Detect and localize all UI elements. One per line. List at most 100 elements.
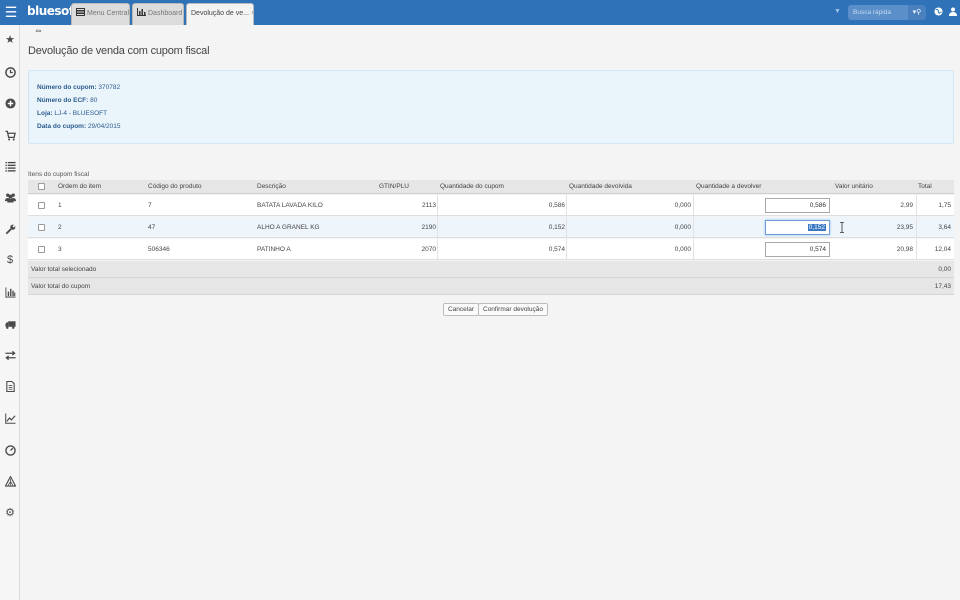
cancel-button[interactable]: Cancelar bbox=[443, 303, 480, 316]
chevron-down-icon[interactable]: ▼ bbox=[834, 8, 841, 15]
cell-qtd-cupom: 0,574 bbox=[548, 245, 565, 253]
cell-total: 12,04 bbox=[934, 245, 951, 253]
cell-ordem: 2 bbox=[58, 223, 62, 231]
wrench-icon[interactable] bbox=[0, 215, 20, 243]
table-row[interactable]: 1 7 BATATA LAVADA KILO 2113 0,586 0,000 … bbox=[28, 195, 954, 216]
dollar-icon[interactable]: $ bbox=[0, 246, 20, 274]
section-label: Itens do cupom fiscal bbox=[28, 171, 90, 178]
row-checkbox[interactable] bbox=[38, 217, 45, 237]
col-qtd-cupom[interactable]: Quantidade do cupom bbox=[440, 180, 504, 193]
info-value: 29/04/2015 bbox=[87, 123, 121, 130]
dashboard-icon[interactable] bbox=[0, 436, 20, 464]
info-label: Data do cupom: bbox=[37, 123, 87, 130]
cell-gtin: 2070 bbox=[421, 245, 436, 253]
coupon-total-row: Valor total do cupom 17,43 bbox=[28, 278, 954, 295]
row-checkbox[interactable] bbox=[38, 195, 45, 215]
text-cursor-icon bbox=[840, 222, 844, 233]
table-row[interactable]: 2 47 ALHO A GRANEL KG 2190 0,152 0,000 0… bbox=[28, 217, 954, 238]
transfer-icon[interactable] bbox=[0, 341, 20, 369]
col-descricao[interactable]: Descrição bbox=[257, 180, 286, 193]
tab-dashboard[interactable]: Dashboard bbox=[132, 3, 184, 25]
info-coupon-number: Número do cupom: 370782 bbox=[37, 84, 120, 91]
line-chart-icon[interactable] bbox=[0, 404, 20, 432]
globe-icon[interactable] bbox=[933, 7, 943, 17]
search-icon: ▾⚲ bbox=[912, 9, 922, 16]
info-value: LJ-4 - BLUESOFT bbox=[54, 110, 108, 117]
quick-search-input[interactable]: Busca rápida bbox=[848, 5, 908, 20]
row-checkbox[interactable] bbox=[38, 239, 45, 259]
gear-icon[interactable]: ⚙ bbox=[0, 499, 20, 527]
cart-icon[interactable] bbox=[0, 121, 20, 149]
main-content: ⚰ Devolução de venda com cupom fiscal Nú… bbox=[20, 25, 960, 600]
tab-label: Menu Central bbox=[87, 10, 130, 17]
page-title: Devolução de venda com cupom fiscal bbox=[28, 45, 210, 57]
coupon-total-value: 17,43 bbox=[934, 282, 951, 290]
cell-descricao: BATATA LAVADA KILO bbox=[257, 201, 323, 209]
tab-menu-central[interactable]: Menu Central bbox=[71, 3, 130, 25]
cell-valor-unitario: 20,98 bbox=[896, 245, 913, 253]
cell-total: 3,64 bbox=[938, 223, 951, 231]
cell-qtd-cupom: 0,586 bbox=[548, 201, 565, 209]
clock-icon[interactable] bbox=[0, 58, 20, 86]
info-ecf-number: Número do ECF: 80 bbox=[37, 97, 97, 104]
user-icon[interactable] bbox=[948, 7, 958, 17]
cell-qtd-devolvida: 0,000 bbox=[674, 223, 691, 231]
cell-descricao: PATINHO A bbox=[257, 245, 291, 253]
cell-codigo: 506346 bbox=[148, 245, 170, 253]
col-qtd-devolvida[interactable]: Quantidade devolvida bbox=[569, 180, 632, 193]
info-coupon-date: Data do cupom: 29/04/2015 bbox=[37, 123, 120, 130]
cell-valor-unitario: 23,95 bbox=[896, 223, 913, 231]
tab-devolucao[interactable]: Devolução de ve...× bbox=[186, 3, 254, 25]
coupon-info-box: Número do cupom: 370782 Número do ECF: 8… bbox=[28, 70, 954, 144]
col-gtin[interactable]: GTIN/PLU bbox=[379, 180, 409, 193]
bar-chart-icon[interactable] bbox=[0, 278, 20, 306]
selected-total-label: Valor total selecionado bbox=[31, 265, 97, 273]
sidebar: ★ $ ⚙ bbox=[0, 25, 20, 600]
cell-valor-unitario: 2,99 bbox=[900, 201, 913, 209]
col-codigo[interactable]: Código do produto bbox=[148, 180, 202, 193]
selected-total-value: 0,00 bbox=[938, 265, 951, 273]
plus-circle-icon[interactable] bbox=[0, 89, 20, 117]
cell-total: 1,75 bbox=[938, 201, 951, 209]
info-label: Número do cupom: bbox=[37, 84, 97, 91]
info-label: Número do ECF: bbox=[37, 97, 89, 104]
table-row[interactable]: 3 506346 PATINHO A 2070 0,574 0,000 0,57… bbox=[28, 239, 954, 260]
info-store: Loja: LJ-4 - BLUESOFT bbox=[37, 110, 107, 117]
truck-icon[interactable] bbox=[0, 310, 20, 338]
list-icon bbox=[76, 8, 85, 16]
cell-gtin: 2190 bbox=[421, 223, 436, 231]
list-icon[interactable] bbox=[0, 152, 20, 180]
cell-gtin: 2113 bbox=[422, 201, 436, 209]
select-all-checkbox[interactable] bbox=[38, 180, 45, 193]
users-icon[interactable] bbox=[0, 183, 20, 211]
search-button[interactable]: ▾⚲ bbox=[908, 5, 926, 20]
cell-descricao: ALHO A GRANEL KG bbox=[257, 223, 320, 231]
cell-codigo: 47 bbox=[148, 223, 156, 231]
col-valor-unitario[interactable]: Valor unitário bbox=[835, 180, 873, 193]
cell-qtd-cupom: 0,152 bbox=[548, 223, 565, 231]
col-total[interactable]: Total bbox=[918, 180, 932, 193]
qtd-devolver-input[interactable]: 0,586 bbox=[765, 198, 830, 213]
col-ordem[interactable]: Ordem do item bbox=[58, 180, 101, 193]
selected-text: 0,152 bbox=[807, 224, 826, 231]
info-value: 80 bbox=[90, 97, 98, 104]
info-label: Loja: bbox=[37, 110, 53, 117]
triangle-icon[interactable] bbox=[0, 467, 20, 495]
coupon-total-label: Valor total do cupom bbox=[31, 282, 91, 290]
star-icon[interactable]: ★ bbox=[0, 26, 20, 54]
cell-ordem: 1 bbox=[58, 201, 62, 209]
pin-icon[interactable]: ⚰ bbox=[35, 27, 42, 36]
hamburger-menu-icon[interactable]: ☰ bbox=[4, 5, 18, 19]
bar-chart-icon bbox=[137, 8, 146, 16]
col-qtd-devolver[interactable]: Quantidade a devolver bbox=[696, 180, 761, 193]
document-icon[interactable] bbox=[0, 372, 20, 400]
qtd-devolver-input[interactable]: 0,574 bbox=[765, 242, 830, 257]
close-tab-icon[interactable]: × bbox=[251, 10, 253, 17]
info-value: 370782 bbox=[98, 84, 121, 91]
confirm-return-button[interactable]: Confirmar devolução bbox=[478, 303, 548, 316]
tab-label: Dashboard bbox=[148, 10, 183, 17]
cell-ordem: 3 bbox=[58, 245, 62, 253]
qtd-devolver-input-focused[interactable]: 0,152 bbox=[765, 220, 830, 235]
cell-qtd-devolvida: 0,000 bbox=[674, 245, 691, 253]
tab-label: Devolução de ve... bbox=[191, 10, 249, 17]
